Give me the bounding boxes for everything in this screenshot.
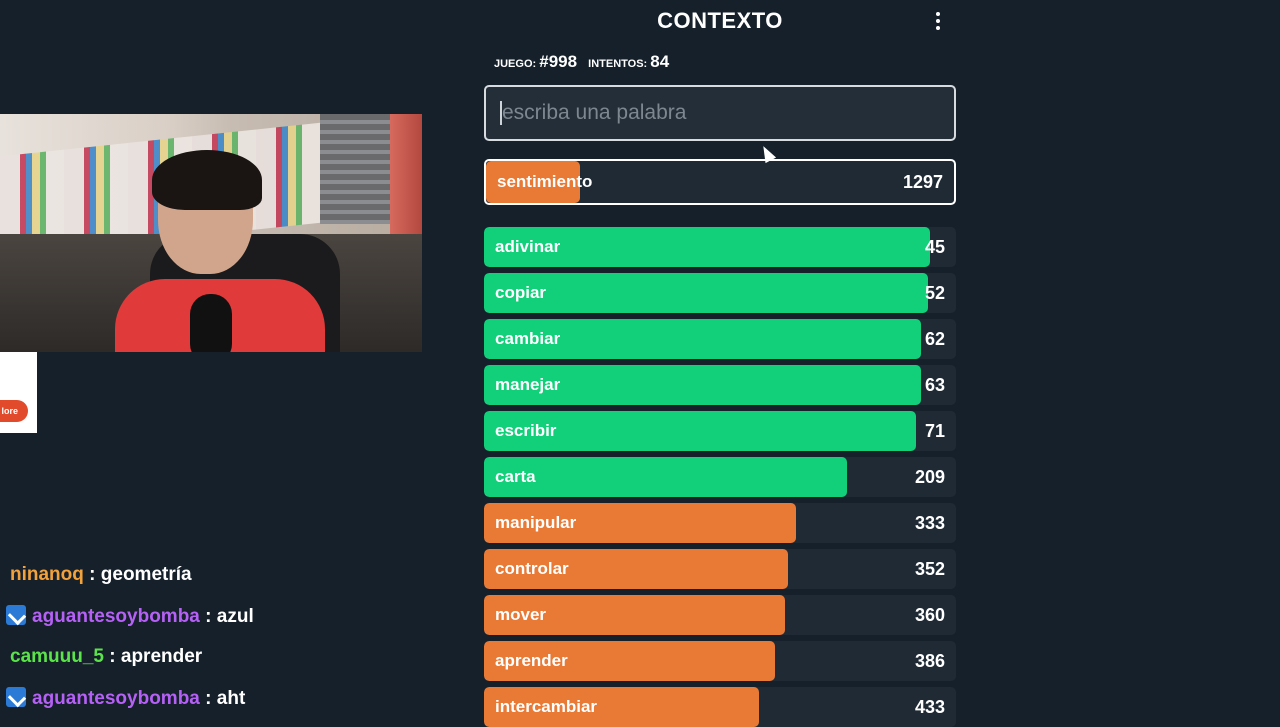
- chat-separator: :: [199, 606, 217, 627]
- guess-rank: 45: [924, 237, 945, 257]
- chat-message: ninanoq : geometría: [10, 564, 192, 586]
- webcam-microphone: [190, 294, 232, 352]
- guess-row: manipular 333: [484, 503, 956, 543]
- text-caret: [500, 101, 502, 125]
- more-options-icon[interactable]: [928, 10, 948, 34]
- current-guess-rank: 1297: [902, 172, 943, 192]
- webcam-person-hair: [152, 150, 262, 210]
- attempts-label: INTENTOS:: [588, 58, 648, 70]
- guess-row: controlar 352: [484, 549, 956, 589]
- chat-text: azul: [216, 606, 254, 627]
- guess-rank: 333: [914, 513, 945, 533]
- chat-username: aguantesoybomba: [32, 688, 200, 709]
- guess-row: manejar 63: [484, 365, 956, 405]
- webcam-video: [0, 114, 422, 352]
- guess-word: controlar: [495, 559, 569, 578]
- guess-rank: 52: [924, 283, 945, 303]
- guess-word: manipular: [495, 513, 577, 532]
- prime-badge-icon: [6, 605, 26, 625]
- prime-badge-icon: [6, 687, 26, 707]
- guess-rank: 386: [914, 651, 945, 671]
- guess-word: carta: [495, 467, 536, 486]
- guess-word: mover: [495, 605, 547, 624]
- chat-separator: :: [83, 564, 101, 585]
- chat-message: camuuu_5 : aprender: [10, 646, 202, 668]
- guess-bar: [484, 457, 848, 497]
- guess-word: copiar: [495, 283, 547, 302]
- current-guess-word: sentimiento: [497, 172, 593, 191]
- guess-word: aprender: [495, 651, 568, 670]
- chat-username: ninanoq: [10, 564, 84, 585]
- game-info: JUEGO: #998 INTENTOS: 84: [494, 52, 677, 72]
- webcam-window-blinds: [320, 114, 390, 224]
- guess-row: adivinar 45: [484, 227, 956, 267]
- guess-word: intercambiar: [495, 697, 598, 716]
- guess-bar: [484, 273, 928, 313]
- guess-word: cambiar: [495, 329, 561, 348]
- guess-rank: 63: [924, 375, 945, 395]
- guess-row: carta 209: [484, 457, 956, 497]
- guess-row: aprender 386: [484, 641, 956, 681]
- guess-rank: 62: [924, 329, 945, 349]
- guess-word: escribir: [495, 421, 557, 440]
- guess-input[interactable]: [484, 85, 956, 141]
- guess-rank: 352: [914, 559, 945, 579]
- chat-text: aprender: [120, 646, 203, 667]
- game-title: CONTEXTO: [657, 8, 783, 33]
- chat-text: aht: [216, 688, 246, 709]
- guess-rank: 71: [924, 421, 945, 441]
- guess-row: mover 360: [484, 595, 956, 635]
- game-number: #998: [539, 52, 578, 71]
- game-label: JUEGO:: [494, 58, 537, 70]
- guess-rank: 209: [914, 467, 945, 487]
- current-guess-row: sentimiento 1297: [484, 159, 956, 205]
- chat-message: aguantesoybomba : azul: [6, 605, 254, 628]
- guess-word: adivinar: [495, 237, 561, 256]
- guess-row: copiar 52: [484, 273, 956, 313]
- chat-separator: :: [103, 646, 121, 667]
- chat-username: aguantesoybomba: [32, 606, 200, 627]
- chat-username: camuuu_5: [10, 646, 104, 667]
- attempts-count: 84: [650, 52, 670, 71]
- chat-message: aguantesoybomba : aht: [6, 687, 245, 710]
- guess-rank: 433: [914, 697, 945, 717]
- guess-word: manejar: [495, 375, 561, 394]
- guess-row: cambiar 62: [484, 319, 956, 359]
- guess-row: escribir 71: [484, 411, 956, 451]
- guess-row: intercambiar 433: [484, 687, 956, 727]
- overlay-red-pill: lore: [0, 400, 28, 422]
- guess-rank: 360: [914, 605, 945, 625]
- chat-text: geometría: [100, 564, 192, 585]
- chat-separator: :: [199, 688, 217, 709]
